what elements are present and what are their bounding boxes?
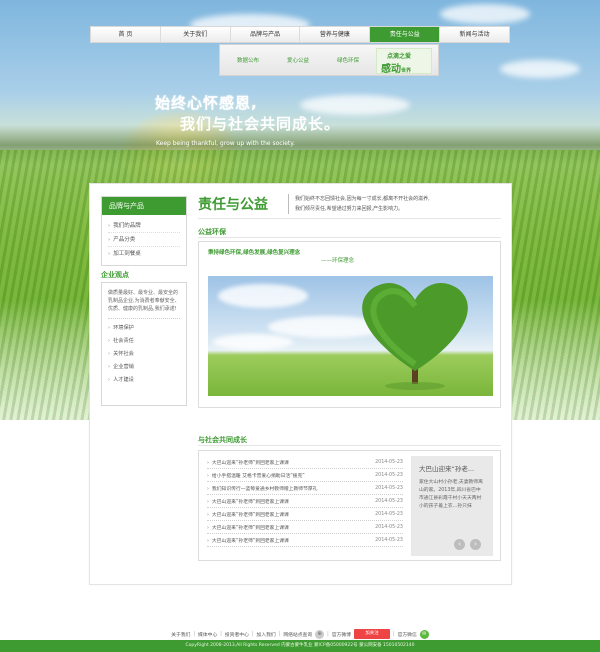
nav-item-responsibility[interactable]: 责任与公益	[370, 27, 441, 42]
sidebar-item-our-brand[interactable]: 我们的品牌	[108, 219, 180, 233]
nav-item-news[interactable]: 新闻与活动	[440, 27, 509, 42]
featured-news-title: 大巴山迎来“孙老...	[419, 465, 475, 473]
cloud	[440, 4, 530, 24]
sidebar-menu: 我们的品牌 产品分类 加工到餐桌	[102, 215, 186, 265]
section-title-environment: 公益环保	[198, 228, 226, 236]
subnav-item-green[interactable]: 绿色环保	[326, 56, 370, 64]
sidebar-description: 做质量最好、最专业、最安全的乳制品企业,为消费者奉献安全、优质、健康的乳制品,我…	[108, 289, 180, 319]
news-row[interactable]: 大巴山迎来“孙老师”到回老家上课课2014-05-23	[207, 521, 403, 534]
sidebar-links: 环境保护 社会责任 关怀社会 企业营销 人才建设	[108, 322, 180, 387]
next-arrow-icon[interactable]: ›	[470, 539, 481, 550]
hero-slogan-english: Keep being thankful, grow up with the so…	[156, 140, 295, 147]
sidebar-item-category[interactable]: 产品分类	[108, 233, 180, 247]
heart-tree-icon	[362, 283, 468, 390]
featured-news-arrows: ‹ ›	[454, 539, 481, 550]
sidebar-link-environment[interactable]: 环境保护	[108, 322, 180, 335]
main-panel: 品牌与产品 我们的品牌 产品分类 加工到餐桌 企业观点 做质量最好、最专业、最安…	[89, 183, 512, 585]
footer-links: 关于我们 | 媒体中心 | 投资者中心 | 加入我们 | 网络站点查询 ⊕ | …	[0, 628, 600, 640]
news-box: 大巴山迎来“孙老师”到回老家上课课2014-05-23 给小手搭温暖 艾格卡普爱…	[198, 450, 501, 561]
sidebar-section-title: 企业观点	[101, 271, 129, 279]
news-row[interactable]: 我们知识传行—蓝莓爱通乡村教师赠上教师节厚礼2014-05-23	[207, 482, 403, 495]
footer-link-join[interactable]: 加入我们	[257, 631, 276, 638]
news-row[interactable]: 大巴山迎来“孙老师”到回老家上课课2014-05-23	[207, 495, 403, 508]
section-divider	[198, 445, 501, 446]
footer-link-site-query[interactable]: 网络站点查询	[283, 631, 312, 638]
sidebar-link-care[interactable]: 关怀社会	[108, 348, 180, 361]
nav-item-brand[interactable]: 品牌与产品	[231, 27, 301, 42]
featured-news-body: 家住大山村小孙老,夫妻教师离山的家。2013年,四川省巴中市通江县彩霞千村小天天…	[419, 480, 483, 509]
feature-environment-box: 秉持绿色环保,绿色发展,绿色复兴理念 ——环保理念	[198, 241, 501, 408]
copyright-bar: CopyRight 2008-2013,All Rights Reserved …	[0, 640, 600, 652]
sidebar-viewpoint-box: 做质量最好、最专业、最安全的乳制品企业,为消费者奉献安全、优质、健康的乳制品,我…	[101, 282, 187, 406]
subnav-item-data[interactable]: 数据公布	[226, 56, 270, 64]
page-quote: 我们始终不忘回馈社会,因为每一寸成长,都离不开社会的滋养, 我们倾尽责任,希望通…	[288, 194, 458, 214]
nav-item-about[interactable]: 关于我们	[161, 27, 231, 42]
sidebar-brand-box: 品牌与产品 我们的品牌 产品分类 加工到餐桌	[101, 196, 187, 266]
badge-top-text: 点滴之爱	[387, 53, 412, 60]
sidebar-link-marketing[interactable]: 企业营销	[108, 361, 180, 374]
footer-official-wechat[interactable]: 官方微信	[398, 631, 417, 638]
news-row[interactable]: 大巴山迎来“孙老师”到回老家上课课2014-05-23	[207, 508, 403, 521]
footer-link-about[interactable]: 关于我们	[171, 631, 190, 638]
footer-official-weibo[interactable]: 官方微博	[332, 631, 351, 638]
feature-slogan: 秉持绿色环保,绿色发展,绿色复兴理念	[208, 250, 301, 256]
hero-slogan-line1: 始终心怀感恩,	[155, 94, 258, 112]
section-divider	[198, 237, 501, 238]
prev-arrow-icon[interactable]: ‹	[454, 539, 465, 550]
page-title: 责任与公益	[198, 197, 268, 213]
globe-icon[interactable]: ⊕	[315, 629, 325, 639]
title-divider	[198, 218, 501, 219]
cloud	[300, 95, 410, 115]
news-list: 大巴山迎来“孙老师”到回老家上课课2014-05-23 给小手搭温暖 艾格卡普爱…	[207, 456, 403, 547]
sidebar-link-talent[interactable]: 人才建设	[108, 374, 180, 387]
weibo-follow-button[interactable]: 加关注	[353, 629, 390, 639]
featured-news-card[interactable]: 大巴山迎来“孙老... 家住大山村小孙老,夫妻教师离山的家。2013年,四川省巴…	[411, 456, 493, 556]
cloud	[500, 60, 580, 78]
news-row[interactable]: 大巴山迎来“孙老师”到回老家上课课2014-05-23	[207, 456, 403, 469]
subnav-promo-badge[interactable]: 点滴之爱 感动世界	[376, 48, 432, 75]
wechat-icon[interactable]: ✉	[419, 629, 429, 639]
sidebar-link-social[interactable]: 社会责任	[108, 335, 180, 348]
sidebar-heading: 品牌与产品	[102, 197, 186, 215]
hero-slogan-line2: 我们与社会共同成长。	[180, 115, 341, 133]
section-title-growth: 与社会共同成长	[198, 436, 247, 444]
sub-nav-dropdown: 数据公布 爱心公益 绿色环保 点滴之爱 感动世界	[219, 44, 439, 76]
heart-tree-image[interactable]	[208, 276, 493, 396]
nav-item-nutrition[interactable]: 营养与健康	[300, 27, 371, 42]
badge-bottom-text: 感动世界	[381, 64, 412, 75]
sidebar-item-processing[interactable]: 加工到餐桌	[108, 247, 180, 261]
feature-slogan-source: ——环保理念	[321, 258, 355, 264]
footer-link-media[interactable]: 媒体中心	[198, 631, 217, 638]
footer-link-investor[interactable]: 投资者中心	[225, 631, 249, 638]
main-nav: 首 页 关于我们 品牌与产品 营养与健康 责任与公益 新闻与活动	[90, 26, 510, 43]
news-row[interactable]: 给小手搭温暖 艾格卡普爱心捐助日活“援克”2014-05-23	[207, 469, 403, 482]
news-row[interactable]: 大巴山迎来“孙老师”到回老家上课课2014-05-23	[207, 534, 403, 547]
subnav-item-charity[interactable]: 爱心公益	[276, 56, 320, 64]
nav-item-home[interactable]: 首 页	[91, 27, 161, 42]
